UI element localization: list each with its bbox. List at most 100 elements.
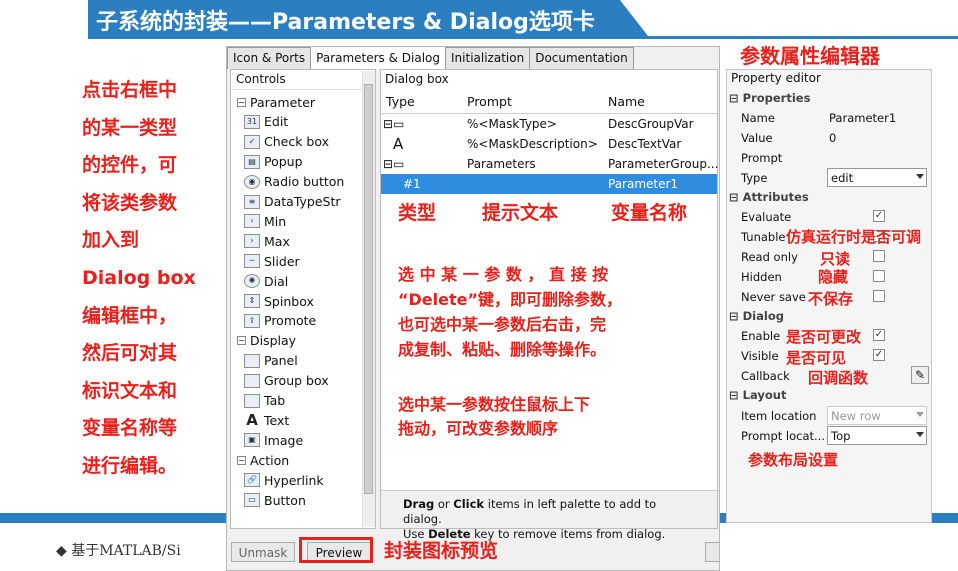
palette-group-parameter[interactable]: − Parameter <box>231 92 361 112</box>
palette-item-label: Group box <box>264 373 329 389</box>
slide-title: 子系统的封装——Parameters & Dialog选项卡 <box>96 10 595 35</box>
prop-name-value[interactable]: Parameter1 <box>829 111 896 125</box>
dialog-row[interactable]: ⊟▭ Parameters ParameterGroup... <box>381 154 719 174</box>
radio-icon: ◉ <box>244 174 260 189</box>
preview-highlight <box>299 537 373 563</box>
palette-group-display[interactable]: − Display <box>231 331 361 351</box>
palette-item-dial[interactable]: ✺ Dial <box>231 271 361 291</box>
palette-item-image[interactable]: ▣ Image <box>231 430 361 450</box>
image-icon: ▣ <box>244 433 260 448</box>
help-button-partial[interactable] <box>705 542 719 562</box>
collapse-icon[interactable]: − <box>237 336 246 346</box>
row-type: #1 <box>403 177 421 191</box>
palette-item-text[interactable]: A Text <box>231 410 361 430</box>
prop-value: Value 0 <box>741 131 837 145</box>
palette-group-action[interactable]: − Action <box>231 450 361 470</box>
palette-item-popup[interactable]: ▤ Popup <box>231 152 361 172</box>
dialog-row[interactable]: ⊟▭ %<MaskType> DescGroupVar <box>381 114 717 134</box>
annot-hidden: 隐藏 <box>818 268 849 286</box>
groupbox-icon <box>244 373 260 388</box>
tab-initialization[interactable]: Initialization <box>445 47 531 69</box>
palette-item-group-box[interactable]: Group box <box>231 371 361 391</box>
enable-checkbox[interactable]: ✓ <box>873 329 885 341</box>
row-type: A <box>393 135 404 153</box>
col-name[interactable]: Name <box>608 94 645 114</box>
row-prompt: %<MaskDescription> <box>467 137 598 151</box>
palette-item-label: DataTypeStr <box>264 194 341 209</box>
prompt-location-select[interactable]: Top <box>827 426 927 445</box>
left-note-line: Dialog box <box>82 266 196 289</box>
palette-item-radio-button[interactable]: ◉ Radio button <box>231 172 361 192</box>
section-layout[interactable]: ⊟ Layout <box>729 388 786 402</box>
edit-callback-icon[interactable]: ✎ <box>911 366 929 384</box>
palette-scroll-thumb[interactable] <box>364 84 373 494</box>
palette-item-spinbox[interactable]: ⇕ Spinbox <box>231 291 361 311</box>
palette-item-label: Panel <box>264 353 298 369</box>
col-type[interactable]: Type <box>386 94 415 114</box>
footer-text: ◆ 基于MATLAB/Si <box>56 543 181 559</box>
annot-varname: 变量名称 <box>611 202 688 224</box>
chevron-down-icon <box>916 412 924 417</box>
palette-item-tab[interactable]: Tab <box>231 391 361 411</box>
item-location-select[interactable]: New row <box>827 406 927 425</box>
palette-item-min[interactable]: ‹ Min <box>231 211 361 231</box>
annot-layout: 参数布局设置 <box>748 451 839 469</box>
min-icon: ‹ <box>244 214 260 229</box>
palette-item-label: Min <box>264 213 287 229</box>
col-prompt[interactable]: Prompt <box>467 94 512 114</box>
palette-item-slider[interactable]: ╌ Slider <box>231 251 361 271</box>
palette-item-hyperlink[interactable]: 🔗 Hyperlink <box>231 470 361 490</box>
dialog-row[interactable]: A %<MaskDescription> DescTextVar <box>381 134 717 154</box>
hidden-checkbox[interactable] <box>873 270 885 282</box>
chevron-down-icon <box>916 174 924 179</box>
palette-item-label: Button <box>264 492 306 508</box>
section-dialog[interactable]: ⊟ Dialog <box>729 309 784 323</box>
annot-tunable: 仿真运行时是否可调 <box>786 228 922 246</box>
dialog-row[interactable]: #1 Parameter1 <box>381 174 717 194</box>
annot-callback: 回调函数 <box>808 369 869 387</box>
promote-icon: ⇪ <box>244 313 260 328</box>
type-select[interactable]: edit <box>827 168 927 187</box>
tab-icon-ports[interactable]: Icon & Ports <box>227 47 312 69</box>
collapse-icon[interactable]: − <box>237 455 246 465</box>
layout-item-location: Item location New row <box>737 406 931 426</box>
visible-checkbox[interactable]: ✓ <box>873 349 885 361</box>
neversave-checkbox[interactable] <box>873 290 885 302</box>
attr-evaluate: Evaluate ✓ <box>741 210 885 224</box>
layout-prompt-location: Prompt locat... Top <box>737 426 931 446</box>
annot-visible: 是否可见 <box>786 349 847 367</box>
dialog-box-hint: Drag or Click items in left palette to a… <box>381 490 717 541</box>
row-type: ⊟▭ <box>383 157 405 171</box>
spinbox-icon: ⇕ <box>244 294 260 308</box>
unmask-button[interactable]: Unmask <box>231 542 295 562</box>
row-name: ParameterGroup... <box>608 157 719 171</box>
section-properties[interactable]: ⊟ Properties <box>729 91 810 105</box>
readonly-checkbox[interactable] <box>873 250 885 262</box>
annot-neversave: 不保存 <box>808 290 854 308</box>
button-icon: ▭ <box>244 493 260 507</box>
palette-item-panel[interactable]: Panel <box>231 351 361 371</box>
tab-documentation[interactable]: Documentation <box>529 47 634 69</box>
tab-parameters-dialog[interactable]: Parameters & Dialog <box>310 47 447 69</box>
prop-type: Type edit <box>737 168 931 188</box>
dial-icon: ✺ <box>244 274 260 289</box>
prop-value-value[interactable]: 0 <box>829 131 836 145</box>
evaluate-checkbox[interactable]: ✓ <box>873 210 885 222</box>
annot-enable: 是否可更改 <box>786 328 862 346</box>
palette-item-datatypestr[interactable]: ≡ DataTypeStr <box>231 192 361 212</box>
palette-item-edit[interactable]: 31 Edit <box>231 112 361 132</box>
palette-item-label: Spinbox <box>264 293 314 309</box>
palette-item-promote[interactable]: ⇪ Promote <box>231 311 361 331</box>
prop-name: Name Parameter1 <box>741 111 897 125</box>
row-name: DescGroupVar <box>608 117 694 131</box>
palette-item-button[interactable]: ▭ Button <box>231 490 361 510</box>
section-attributes[interactable]: ⊟ Attributes <box>729 190 809 204</box>
palette-item-label: Image <box>264 432 304 448</box>
palette-item-max[interactable]: › Max <box>231 231 361 251</box>
left-note-line: 的控件，可 <box>82 154 178 177</box>
palette-item-check-box[interactable]: ✓ Check box <box>231 132 361 152</box>
collapse-icon[interactable]: − <box>237 97 246 107</box>
annot-preview: 封装图标预览 <box>384 540 499 562</box>
left-note-line: 加入到 <box>82 229 140 252</box>
row-name: Parameter1 <box>608 177 679 191</box>
